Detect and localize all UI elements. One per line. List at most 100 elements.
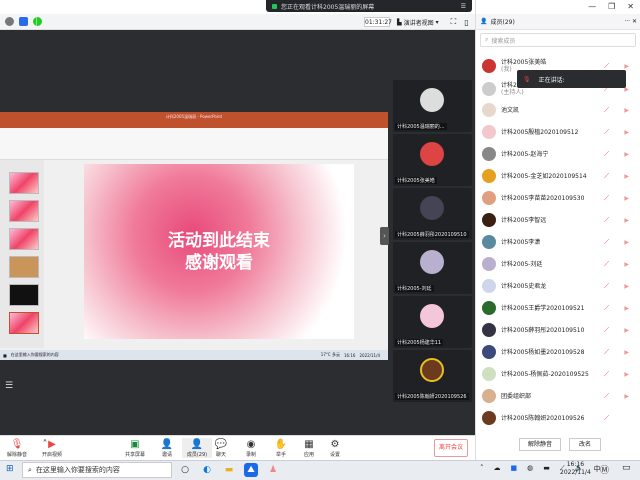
mic-muted-icon[interactable]: ⟋: [604, 194, 609, 203]
more-icon[interactable]: ··· ✕: [624, 18, 637, 25]
video-tile[interactable]: 计科2005陈翰妍2020109526: [393, 350, 472, 402]
view-icon: ▙: [397, 18, 402, 26]
video-tile[interactable]: 计科2005薛羽彤2020109510: [393, 188, 472, 240]
app-icon[interactable]: ♟: [266, 463, 280, 477]
tencent-meeting-icon[interactable]: ⛰: [244, 463, 258, 477]
member-row[interactable]: 计科2005李智远 ⟋ ▶: [476, 209, 640, 231]
raise-hand-button[interactable]: ✋ 举手: [266, 438, 296, 458]
member-row[interactable]: 计科2005史君龙 ⟋ ▶: [476, 275, 640, 297]
camera-off-icon[interactable]: ▶: [624, 305, 629, 312]
member-row[interactable]: 计科2005杨如墨2020109528 ⟋ ▶: [476, 341, 640, 363]
mic-muted-icon[interactable]: ⟋: [604, 370, 609, 379]
mic-muted-icon[interactable]: ⟋: [604, 348, 609, 357]
camera-off-icon[interactable]: ▶: [624, 261, 629, 268]
members-panel: —❐✕ 👤成员(29)··· ✕ ⌕搜索成员 计科2005张美皓(我)⟋▶计科2…: [475, 0, 640, 460]
mic-muted-icon[interactable]: ⟋: [604, 172, 609, 181]
camera-off-icon[interactable]: ▶: [624, 151, 629, 158]
unmute-button[interactable]: 🎙 解除静音: [2, 438, 32, 458]
member-row[interactable]: 计科2005-金芝如2020109514 ⟋ ▶: [476, 165, 640, 187]
view-mode-dropdown[interactable]: ▙ 演讲者视图 ▾ ⛶ ▯: [397, 16, 469, 28]
settings-button[interactable]: ⚙ 设置: [320, 438, 350, 458]
member-row[interactable]: 计科2005-杨佩茹-2020109525 ⟋ ▶: [476, 363, 640, 385]
video-tile[interactable]: 计科2005温瑞丽的...: [393, 80, 472, 132]
video-tile[interactable]: 计科2005杨建华11: [393, 296, 472, 348]
unmute-all-button[interactable]: 解除静音: [519, 438, 561, 451]
member-row[interactable]: 计科2005-刘廷 ⟋ ▶: [476, 253, 640, 275]
member-row[interactable]: 计科2005李苗苗2020109530 ⟋ ▶: [476, 187, 640, 209]
mic-muted-icon[interactable]: ⟋: [604, 260, 609, 269]
onedrive-icon[interactable]: ☁: [494, 464, 501, 474]
mic-muted-icon[interactable]: ⟋: [604, 326, 609, 335]
layout-icon[interactable]: ▯: [464, 18, 468, 27]
tray-expand-icon[interactable]: ˄: [480, 464, 484, 474]
close-icon[interactable]: ✕: [627, 2, 634, 11]
member-row[interactable]: 计科2005殷植2020109512 ⟋ ▶: [476, 121, 640, 143]
member-row[interactable]: 团委组织部 ⟋ ▶: [476, 385, 640, 407]
camera-off-icon[interactable]: ▶: [624, 393, 629, 400]
member-row[interactable]: 计科2005李潇 ⟋ ▶: [476, 231, 640, 253]
camera-off-icon[interactable]: ▶: [624, 195, 629, 202]
mic-icon: 🎙: [523, 75, 531, 83]
member-search-input[interactable]: ⌕ 搜索成员: [480, 33, 636, 47]
notification-icon[interactable]: ▭: [622, 463, 631, 473]
search-icon: ⌕: [485, 36, 489, 43]
mic-muted-icon[interactable]: ⟋: [604, 282, 609, 291]
camera-off-icon[interactable]: ▶: [624, 349, 629, 356]
mic-muted-icon[interactable]: ⟋: [604, 128, 609, 137]
share-screen-button[interactable]: ▣ 共享屏幕: [120, 438, 150, 458]
mic-muted-icon[interactable]: ⟋: [604, 106, 609, 115]
security-tray-icon[interactable]: ◍: [527, 464, 533, 474]
cortana-icon[interactable]: ○: [178, 463, 192, 477]
fullscreen-icon[interactable]: ⛶: [451, 17, 457, 27]
video-tile[interactable]: 计科2005张美皓: [393, 134, 472, 186]
meeting-tray-icon[interactable]: Ⓜ: [600, 463, 609, 476]
list-toggle-icon[interactable]: ☰: [5, 381, 13, 391]
security-shield-icon[interactable]: [19, 17, 28, 26]
info-icon[interactable]: [5, 17, 14, 26]
camera-off-icon[interactable]: ▶: [624, 217, 629, 224]
minimize-icon[interactable]: —: [588, 2, 596, 11]
camera-off-icon[interactable]: ▶: [624, 327, 629, 334]
taskbar-search[interactable]: ⌕ 在这里输入你要搜索的内容: [22, 462, 172, 478]
chat-button[interactable]: 💬 聊天: [206, 438, 236, 458]
video-tile[interactable]: 计科2005-刘廷: [393, 242, 472, 294]
edge-icon[interactable]: ◐: [200, 463, 214, 477]
mic-muted-icon[interactable]: ⟋: [604, 414, 609, 423]
camera-off-icon[interactable]: ▶: [624, 283, 629, 290]
signal-icon[interactable]: [33, 17, 42, 26]
raise-hand-label: 举手: [275, 452, 286, 458]
mic-muted-icon[interactable]: ⟋: [604, 238, 609, 247]
member-info: 计科2005王爵学2020109521: [501, 305, 584, 312]
mic-muted-icon[interactable]: ⟋: [604, 150, 609, 159]
mic-muted-icon[interactable]: ⟋: [604, 392, 609, 401]
battery-icon[interactable]: ▬: [543, 464, 550, 474]
record-button[interactable]: ◉ 录制: [236, 438, 266, 458]
share-screen-icon: ▣: [130, 439, 140, 450]
member-row[interactable]: 计科2005薛羽彤2020109510 ⟋ ▶: [476, 319, 640, 341]
camera-off-icon: ▶: [48, 439, 56, 450]
file-explorer-icon[interactable]: ▬: [222, 463, 236, 477]
camera-off-icon[interactable]: ▶: [624, 239, 629, 246]
leave-meeting-button[interactable]: 离开会议: [434, 439, 468, 457]
apps-label: 应用: [303, 452, 314, 458]
camera-off-icon[interactable]: ▶: [624, 129, 629, 136]
member-row[interactable]: 计科2005王爵学2020109521 ⟋ ▶: [476, 297, 640, 319]
camera-off-icon[interactable]: ▶: [624, 63, 629, 70]
restore-icon[interactable]: ❐: [608, 2, 615, 11]
notice-menu-icon[interactable]: ☰: [461, 3, 466, 10]
taskbar-clock[interactable]: 16:16 2022/11/4: [560, 461, 591, 477]
zoom-tray-icon[interactable]: ■: [511, 464, 518, 474]
collapse-video-strip-button[interactable]: ›: [380, 227, 389, 245]
camera-off-icon[interactable]: ▶: [624, 371, 629, 378]
start-video-button[interactable]: ▶ 开启视频: [32, 438, 72, 458]
camera-off-icon[interactable]: ▶: [624, 107, 629, 114]
invite-button[interactable]: 👤 邀请: [152, 438, 182, 458]
member-row[interactable]: 计科2005陈翰妍2020109526 ⟋: [476, 407, 640, 429]
member-row[interactable]: 计科2005-赵海宁 ⟋ ▶: [476, 143, 640, 165]
windows-start-icon[interactable]: ⊞: [6, 464, 14, 474]
mic-muted-icon[interactable]: ⟋: [604, 216, 609, 225]
member-row[interactable]: 池文凯 ⟋ ▶: [476, 99, 640, 121]
camera-off-icon[interactable]: ▶: [624, 173, 629, 180]
mic-muted-icon[interactable]: ⟋: [604, 304, 609, 313]
rename-button[interactable]: 改名: [569, 438, 601, 451]
